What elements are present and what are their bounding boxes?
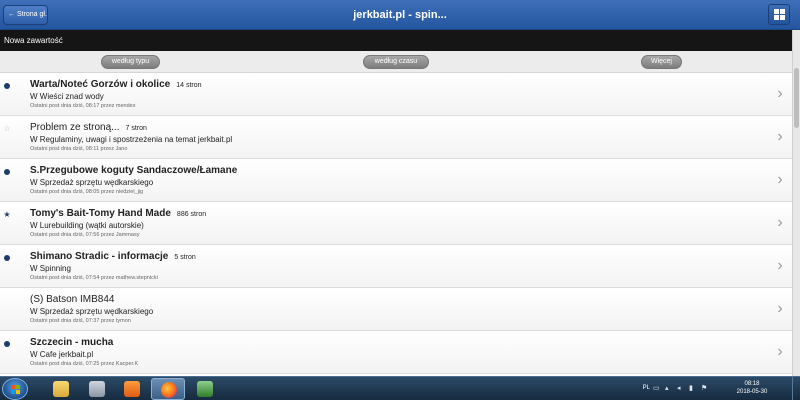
last-post-info: Ostatni post dnia dziś, 07:56 przez Jamm… xyxy=(30,232,140,238)
keyboard-icon[interactable]: ▭ xyxy=(653,385,660,392)
list-item[interactable]: S.Przegubowe koguty Sandaczowe/Łamane W … xyxy=(0,159,792,202)
scroll-thumb[interactable] xyxy=(794,68,799,128)
list-item[interactable]: (S) Batson IMB844 W Sprzedaż sprzętu węd… xyxy=(0,288,792,331)
clock[interactable]: 08:18 2018-05-30 xyxy=(732,380,772,396)
grid-icon xyxy=(774,15,779,20)
topic-list: Warta/Noteć Gorzów i okolice 14 stron W W… xyxy=(0,73,792,376)
chevron-right-icon: › xyxy=(777,128,783,145)
unread-dot-icon xyxy=(3,168,11,176)
page-title: jerkbait.pl - spin... xyxy=(353,9,447,21)
firefox-icon xyxy=(161,382,177,398)
topic-title: (S) Batson IMB844 xyxy=(30,294,115,305)
topic-title: Problem ze stroną... 7 stron xyxy=(30,122,147,133)
start-button[interactable] xyxy=(2,378,28,400)
taskbar-app-2[interactable] xyxy=(80,378,114,400)
no-marker xyxy=(3,297,11,305)
taskbar-firefox[interactable] xyxy=(151,378,185,400)
list-item[interactable]: ☆ Problem ze stroną... 7 stron W Regulami… xyxy=(0,116,792,159)
taskbar-media-player[interactable] xyxy=(115,378,149,400)
topic-title: Tomy's Bait-Tomy Hand Made 886 stron xyxy=(30,208,207,219)
windows-logo-icon xyxy=(11,385,20,394)
chevron-right-icon: › xyxy=(777,214,783,231)
monitor-icon xyxy=(197,381,213,397)
back-button[interactable]: ← Strona gł... xyxy=(3,5,48,25)
last-post-info: Ostatni post dnia dziś, 07:25 przez Kacp… xyxy=(30,361,139,367)
filter-by-time-button[interactable]: według czasu xyxy=(363,55,429,69)
filter-bar: według typu według czasu Więcej xyxy=(0,51,792,73)
printer-icon xyxy=(89,381,105,397)
last-post-info: Ostatni post dnia dziś, 07:54 przez math… xyxy=(30,275,158,281)
folder-icon xyxy=(53,381,69,397)
os-taskbar: PL ▭ ▴ ◂ ▮ ⚑ 08:18 2018-05-30 xyxy=(0,376,800,400)
filter-by-type-button[interactable]: według typu xyxy=(101,55,160,69)
list-item[interactable]: Szczecin - mucha W Cafe jerkbait.pl Osta… xyxy=(0,331,792,374)
topic-title: S.Przegubowe koguty Sandaczowe/Łamane xyxy=(30,165,238,176)
topic-forum: W Cafe jerkbait.pl xyxy=(30,350,94,359)
clock-date: 2018-05-30 xyxy=(736,389,768,395)
chevron-right-icon: › xyxy=(777,257,783,274)
page: ← Strona gł... jerkbait.pl - spin... Now… xyxy=(0,0,800,400)
list-item[interactable]: Warta/Noteć Gorzów i okolice 14 stron W W… xyxy=(0,73,792,116)
page-count: 5 stron xyxy=(174,254,196,261)
topic-forum: W Regulaminy, uwagi i spostrzeżenia na t… xyxy=(30,135,233,144)
unread-dot-icon xyxy=(3,254,11,262)
taskbar-terminal[interactable] xyxy=(188,378,222,400)
chevron-right-icon: › xyxy=(777,171,783,188)
show-desktop-button[interactable] xyxy=(792,377,800,400)
star-filled-icon: ★ xyxy=(3,210,11,219)
topic-forum: W Spinning xyxy=(30,264,71,273)
topic-title: Warta/Noteć Gorzów i okolice 14 stron xyxy=(30,79,202,90)
topic-forum: W Wieści znad wody xyxy=(30,92,104,101)
topic-forum: W Sprzedaż sprzętu wędkarskiego xyxy=(30,178,154,187)
grid-icon xyxy=(774,9,779,14)
unread-dot-icon xyxy=(3,340,11,348)
list-item[interactable]: Shimano Stradic - informacje 5 stron W Sp… xyxy=(0,245,792,288)
grid-icon xyxy=(780,9,785,14)
network-icon[interactable]: ▮ xyxy=(689,385,696,392)
scrollbar[interactable] xyxy=(792,30,800,376)
action-center-flag-icon[interactable]: ⚑ xyxy=(701,385,708,392)
topic-title: Shimano Stradic - informacje 5 stron xyxy=(30,251,196,262)
last-post-info: Ostatni post dnia dziś, 08:11 przez Jano xyxy=(30,146,128,152)
unread-dot-icon xyxy=(3,82,11,90)
chevron-right-icon: › xyxy=(777,343,783,360)
taskbar-explorer[interactable] xyxy=(44,378,78,400)
section-title: Nowa zawartość xyxy=(0,30,792,51)
page-count: 886 stron xyxy=(176,211,207,218)
page-count: 14 stron xyxy=(176,82,202,89)
clock-time: 08:18 xyxy=(744,381,760,387)
list-item[interactable]: ★ Tomy's Bait-Tomy Hand Made 886 stron W … xyxy=(0,202,792,245)
topic-forum: W Lurebuilding (wątki autorskie) xyxy=(30,221,144,230)
menu-grid-button[interactable] xyxy=(768,4,790,25)
media-player-icon xyxy=(124,381,140,397)
last-post-info: Ostatni post dnia dziś, 08:17 przez mend… xyxy=(30,103,136,109)
chevron-right-icon: › xyxy=(777,85,783,102)
last-post-info: Ostatni post dnia dziś, 07:37 przez tymo… xyxy=(30,318,131,324)
language-indicator[interactable]: PL xyxy=(643,385,650,391)
tray-expand-icon[interactable]: ▴ xyxy=(665,385,672,392)
app-header: ← Strona gł... jerkbait.pl - spin... xyxy=(0,0,800,30)
last-post-info: Ostatni post dnia dziś, 08:05 przez nied… xyxy=(30,189,144,195)
grid-icon xyxy=(780,15,785,20)
chevron-right-icon: › xyxy=(777,300,783,317)
topic-forum: W Sprzedaż sprzętu wędkarskiego xyxy=(30,307,154,316)
page-count: 7 stron xyxy=(125,125,147,132)
more-button[interactable]: Więcej xyxy=(641,55,682,69)
topic-title: Szczecin - mucha xyxy=(30,337,114,348)
volume-icon[interactable]: ◂ xyxy=(677,385,684,392)
star-outline-icon: ☆ xyxy=(3,124,11,133)
